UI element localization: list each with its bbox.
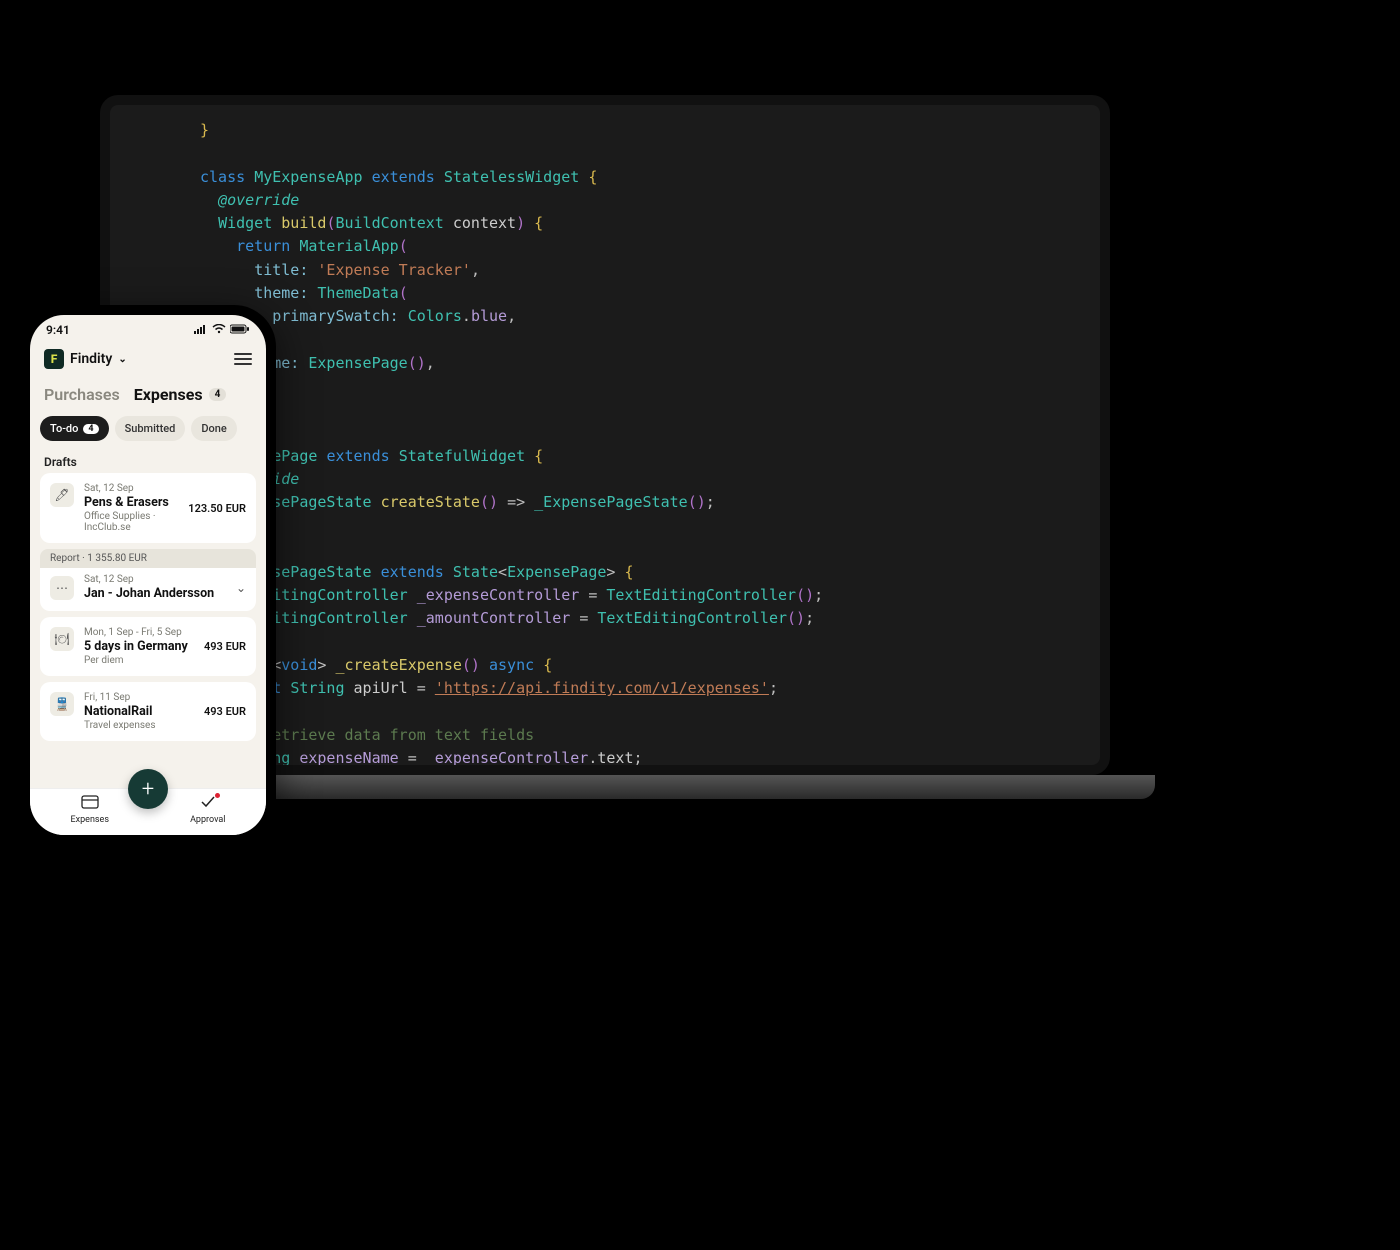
card-subtitle: Office Supplies · IncClub.se	[84, 511, 178, 533]
notification-dot-icon	[215, 793, 220, 798]
chip-done[interactable]: Done	[191, 416, 236, 441]
card-subtitle: Travel expenses	[84, 720, 194, 731]
category-icon: 🍽	[50, 627, 74, 651]
bottom-nav: Expenses + Approval	[30, 788, 266, 835]
chip-label: To-do	[50, 422, 78, 435]
report-summary: Report · 1 355.80 EUR	[40, 549, 256, 568]
brand-logo-icon: F	[44, 349, 64, 369]
signal-icon	[194, 323, 208, 337]
card-date: Sat, 12 Sep	[84, 483, 178, 494]
status-bar: 9:41	[30, 315, 266, 339]
chip-submitted[interactable]: Submitted	[115, 416, 186, 441]
class-myexpenseapp: MyExpenseApp	[254, 168, 362, 186]
wifi-icon	[212, 323, 226, 337]
tab-label: Purchases	[44, 385, 120, 404]
status-icons	[194, 323, 250, 337]
chip-label: Done	[201, 422, 226, 435]
expense-card[interactable]: 🍽 Mon, 1 Sep - Fri, 5 Sep 5 days in Germ…	[40, 617, 256, 676]
expense-list: 🖊 Sat, 12 Sep Pens & Erasers Office Supp…	[30, 473, 266, 788]
card-amount: 493 EUR	[204, 640, 246, 653]
expense-card[interactable]: 🚆 Fri, 11 Sep NationalRail Travel expens…	[40, 682, 256, 741]
report-group: Report · 1 355.80 EUR ⋯ Sat, 12 Sep Jan …	[40, 549, 256, 611]
filter-chips: To-do 4 Submitted Done	[30, 408, 266, 449]
add-expense-button[interactable]: +	[128, 769, 168, 809]
card-icon	[81, 795, 99, 813]
more-icon: ⋯	[50, 576, 74, 600]
card-amount: 493 EUR	[204, 705, 246, 718]
app-header: F Findity ⌄	[30, 339, 266, 375]
check-icon	[200, 795, 216, 813]
battery-icon	[230, 323, 250, 337]
chip-label: Submitted	[125, 422, 176, 435]
expense-card[interactable]: 🖊 Sat, 12 Sep Pens & Erasers Office Supp…	[40, 473, 256, 543]
hamburger-icon	[234, 353, 252, 355]
nav-label: Approval	[190, 815, 225, 825]
brand-selector[interactable]: F Findity ⌄	[44, 349, 127, 369]
card-title: 5 days in Germany	[84, 639, 194, 654]
chevron-down-icon: ⌄	[118, 354, 126, 365]
phone-mockup: 9:41 F Findity ⌄	[20, 305, 276, 845]
card-title: NationalRail	[84, 704, 194, 719]
tab-badge: 4	[209, 388, 227, 401]
card-date: Mon, 1 Sep - Fri, 5 Sep	[84, 627, 194, 638]
category-icon: 🖊	[50, 483, 74, 507]
category-icon: 🚆	[50, 692, 74, 716]
card-amount: 123.50 EUR	[188, 502, 246, 515]
main-tabs: Purchases Expenses 4	[30, 375, 266, 408]
card-date: Fri, 11 Sep	[84, 692, 194, 703]
chevron-down-icon[interactable]: ⌄	[236, 581, 246, 595]
nav-label: Expenses	[71, 815, 109, 825]
tab-expenses[interactable]: Expenses 4	[134, 385, 227, 404]
section-title-drafts: Drafts	[30, 449, 266, 473]
nav-approval[interactable]: Approval	[190, 795, 225, 825]
menu-button[interactable]	[234, 353, 252, 365]
nav-expenses[interactable]: Expenses	[71, 795, 109, 825]
card-subtitle: Per diem	[84, 655, 194, 666]
phone-screen: 9:41 F Findity ⌄	[30, 315, 266, 835]
plus-icon: +	[142, 777, 154, 802]
chip-todo[interactable]: To-do 4	[40, 416, 109, 441]
expense-card[interactable]: ⋯ Sat, 12 Sep Jan - Johan Andersson ⌄	[40, 568, 256, 611]
chip-badge: 4	[83, 424, 98, 434]
card-title: Jan - Johan Andersson	[84, 586, 226, 601]
tab-label: Expenses	[134, 385, 203, 404]
card-title: Pens & Erasers	[84, 495, 178, 510]
brand-name: Findity	[70, 351, 112, 367]
status-time: 9:41	[46, 323, 70, 337]
card-date: Sat, 12 Sep	[84, 574, 226, 585]
tab-purchases[interactable]: Purchases	[44, 385, 120, 404]
